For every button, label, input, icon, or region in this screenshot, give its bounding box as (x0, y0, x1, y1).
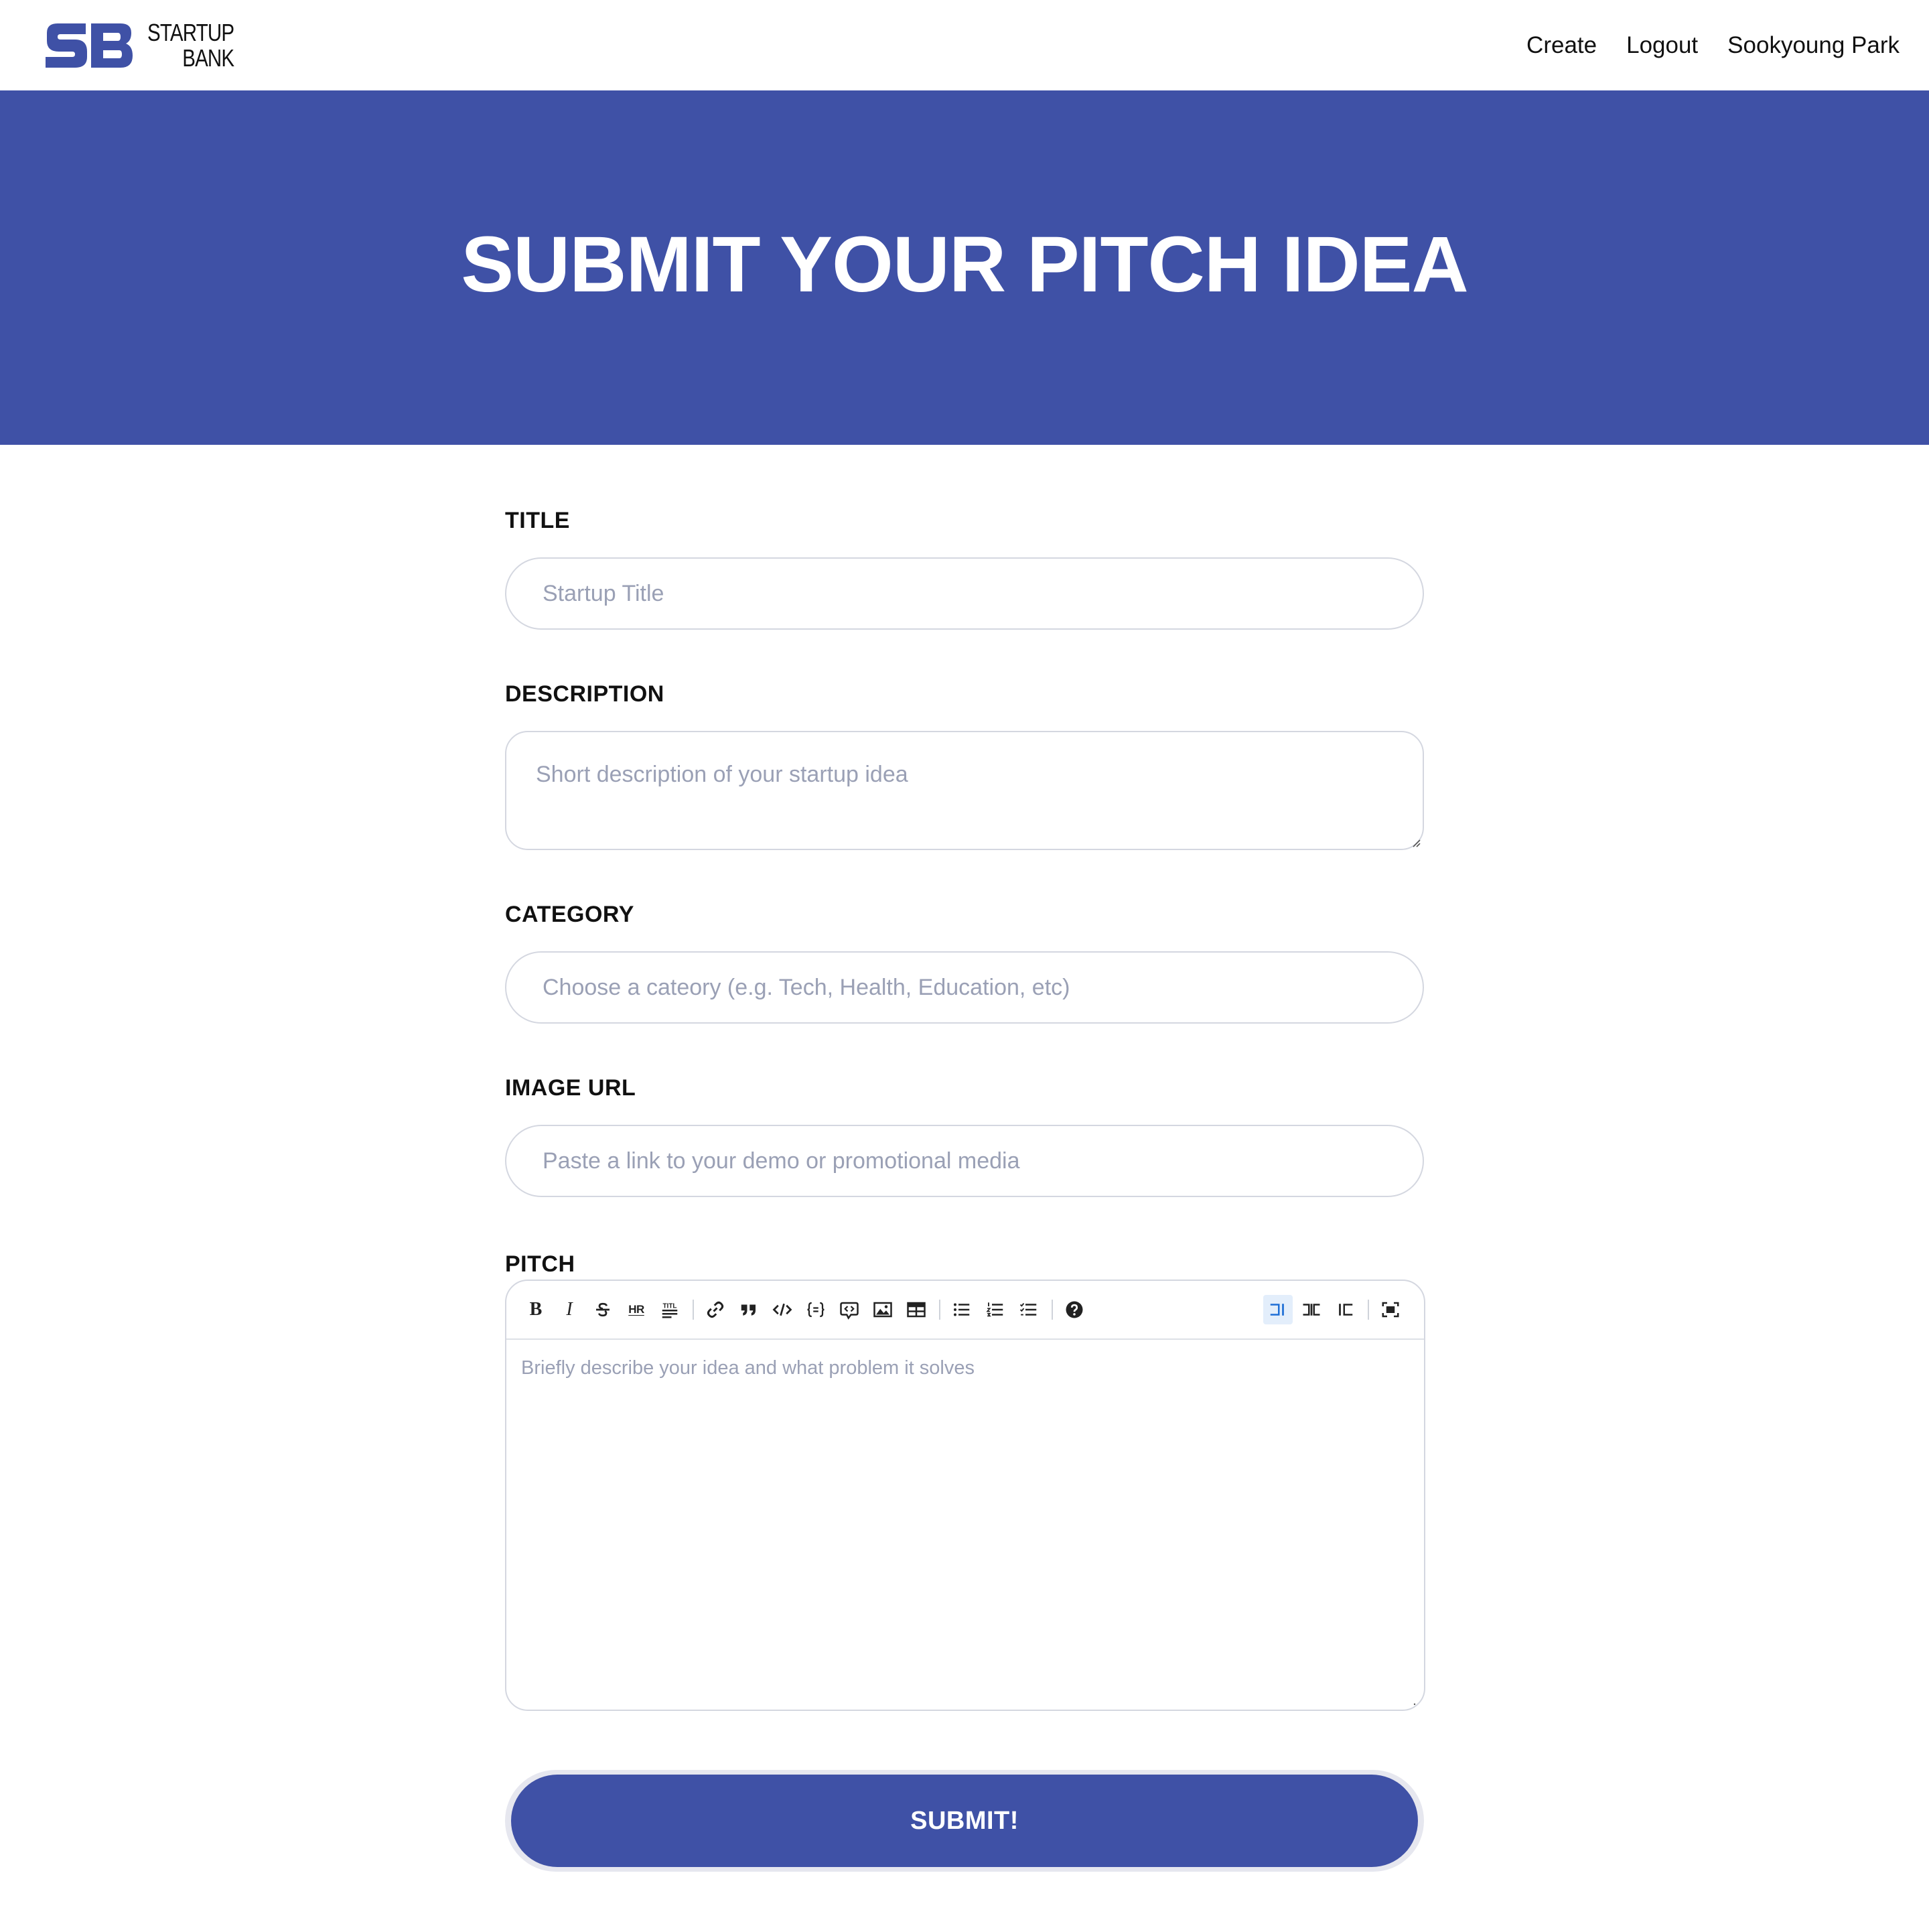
hero-banner: SUBMIT YOUR PITCH IDEA (0, 90, 1929, 445)
checked-list-button[interactable] (1014, 1295, 1044, 1324)
nav-user-link[interactable]: Sookyoung Park (1727, 32, 1900, 59)
submit-button-wrapper: SUBMIT! (505, 1770, 1424, 1872)
submit-button[interactable]: SUBMIT! (511, 1775, 1418, 1867)
ordered-list-button[interactable] (981, 1295, 1010, 1324)
unordered-list-button[interactable] (947, 1295, 977, 1324)
live-mode-button[interactable] (1297, 1295, 1326, 1324)
unordered-list-icon (954, 1303, 970, 1316)
title-label: TITLE (505, 508, 570, 533)
brand-line2: BANK (182, 44, 234, 72)
strikethrough-button[interactable] (588, 1295, 618, 1324)
category-input[interactable] (505, 951, 1424, 1024)
link-button[interactable] (701, 1295, 730, 1324)
code-block-icon (807, 1302, 825, 1318)
quote-icon (741, 1304, 756, 1316)
preview-mode-button[interactable] (1330, 1295, 1360, 1324)
editor-resize-icon[interactable] (1411, 1696, 1421, 1707)
navbar: STARTUP BANK Create Logout Sookyoung Par… (0, 0, 1929, 90)
checked-list-icon (1019, 1303, 1037, 1316)
table-button[interactable] (902, 1295, 931, 1324)
italic-icon: I (566, 1299, 573, 1320)
italic-button[interactable]: I (555, 1295, 584, 1324)
brand-logo[interactable]: STARTUP BANK (44, 18, 253, 72)
preview-mode-icon (1339, 1304, 1353, 1316)
resize-grip-icon[interactable] (1411, 837, 1421, 848)
hr-button[interactable]: HR (622, 1295, 651, 1324)
toolbar-separator (939, 1300, 940, 1320)
code-button[interactable] (768, 1295, 797, 1324)
title-input[interactable] (505, 557, 1424, 630)
toolbar-separator (693, 1300, 694, 1320)
image-button[interactable] (868, 1295, 898, 1324)
title-button[interactable]: TITL (655, 1295, 685, 1324)
link-icon (707, 1301, 724, 1318)
image-url-input[interactable] (505, 1125, 1424, 1197)
edit-mode-button[interactable] (1263, 1295, 1293, 1324)
description-label: DESCRIPTION (505, 681, 664, 707)
category-label: CATEGORY (505, 902, 634, 927)
toolbar-separator (1052, 1300, 1053, 1320)
nav-logout-link[interactable]: Logout (1626, 32, 1698, 59)
code-icon (772, 1303, 792, 1316)
fullscreen-button[interactable] (1376, 1295, 1405, 1324)
table-icon (907, 1302, 926, 1318)
brand-name: STARTUP BANK (147, 18, 234, 72)
hr-icon: HR (628, 1303, 644, 1316)
nav-links: Create Logout Sookyoung Park (1526, 32, 1900, 59)
strikethrough-icon (596, 1302, 610, 1317)
page-title: SUBMIT YOUR PITCH IDEA (461, 220, 1468, 309)
description-textarea[interactable] (505, 731, 1424, 850)
pitch-placeholder: Briefly describe your idea and what prob… (521, 1357, 975, 1379)
help-icon (1066, 1301, 1083, 1318)
nav-create-link[interactable]: Create (1526, 32, 1597, 59)
toolbar-separator (1368, 1300, 1369, 1320)
editor-toolbar: B I HR TITL (506, 1281, 1424, 1340)
ordered-list-icon (986, 1302, 1003, 1317)
code-block-button[interactable] (801, 1295, 831, 1324)
help-button[interactable] (1060, 1295, 1089, 1324)
brand-line1: STARTUP (147, 18, 234, 46)
image-url-label: IMAGE URL (505, 1075, 636, 1101)
bold-button[interactable]: B (521, 1295, 551, 1324)
bold-icon: B (529, 1299, 543, 1320)
edit-mode-icon (1270, 1304, 1284, 1316)
sb-logo-icon (46, 23, 133, 68)
fullscreen-icon (1382, 1302, 1399, 1318)
live-mode-icon (1303, 1304, 1320, 1316)
title-icon: TITL (662, 1303, 678, 1318)
pitch-editor-body[interactable]: Briefly describe your idea and what prob… (506, 1341, 1424, 1710)
pitch-editor: B I HR TITL Briefly describe your idea a… (505, 1280, 1425, 1711)
quote-button[interactable] (734, 1295, 764, 1324)
image-icon (873, 1302, 892, 1318)
comment-button[interactable] (835, 1295, 864, 1324)
pitch-label: PITCH (505, 1251, 575, 1277)
comment-icon (840, 1302, 859, 1320)
title-icon-text: TITL (662, 1303, 676, 1310)
